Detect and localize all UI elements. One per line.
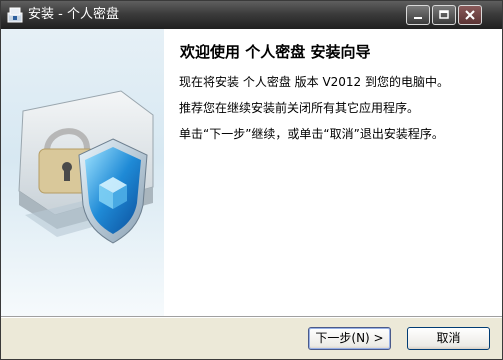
wizard-side-panel — [1, 29, 164, 316]
title-bar[interactable]: 安装 - 个人密盘 — [1, 1, 502, 29]
welcome-heading: 欢迎使用 个人密盘 安装向导 — [180, 43, 371, 61]
wizard-main: 欢迎使用 个人密盘 安装向导 现在将安装 个人密盘 版本 V2012 到您的电脑… — [164, 29, 502, 316]
hard-drive-lock-shield-icon — [18, 90, 154, 244]
footer-divider — [1, 316, 502, 318]
cancel-button[interactable]: 取消 — [407, 327, 490, 350]
next-button[interactable]: 下一步(N) > — [308, 327, 391, 350]
wizard-content: 欢迎使用 个人密盘 安装向导 现在将安装 个人密盘 版本 V2012 到您的电脑… — [1, 29, 502, 316]
close-icon — [465, 10, 475, 20]
maximize-button[interactable] — [432, 5, 456, 25]
installer-icon — [7, 7, 23, 23]
window-title: 安装 - 个人密盘 — [28, 7, 119, 22]
installer-window: 安装 - 个人密盘 欢迎使用 个人密盘 安装向导 现在将安装 个人密盘 版本 V… — [0, 0, 503, 360]
minimize-button[interactable] — [406, 5, 430, 25]
close-button[interactable] — [458, 5, 482, 25]
close-apps-text: 推荐您在继续安装前关闭所有其它应用程序。 — [179, 101, 420, 115]
install-info-text: 现在将安装 个人密盘 版本 V2012 到您的电脑中。 — [179, 75, 450, 89]
minimize-icon — [414, 17, 422, 19]
maximize-icon — [439, 10, 449, 19]
instructions-text: 单击“下一步”继续，或单击“取消”退出安装程序。 — [179, 127, 444, 141]
